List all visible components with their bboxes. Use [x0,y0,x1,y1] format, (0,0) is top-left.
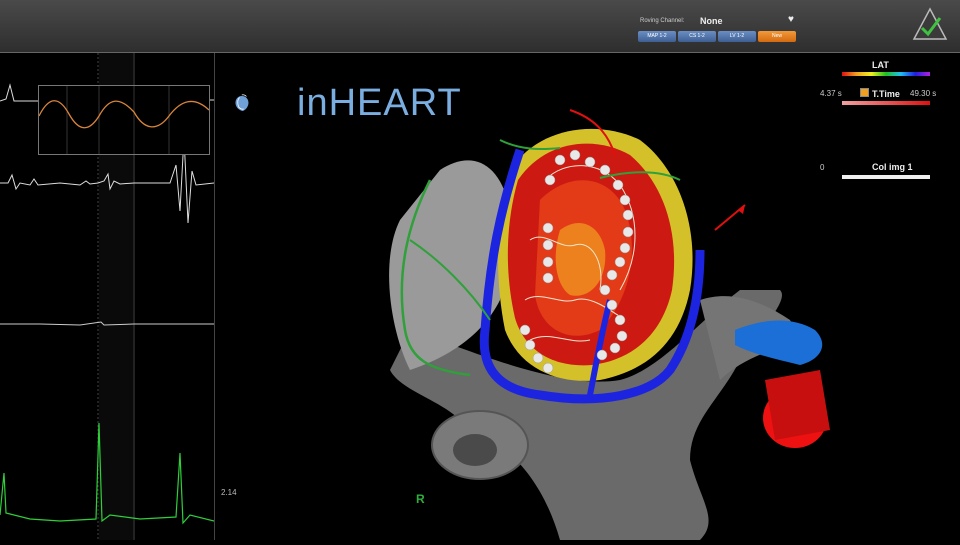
checkmark-triangle-icon[interactable] [912,6,948,42]
lat-color-scale [842,72,930,76]
roving-channel-panel: Roving Channel: None ♥ MAP 1-2 CS 1-2 LV… [636,14,798,44]
ttime-color-scale [842,101,930,105]
roving-channel-label: Roving Channel: [640,18,685,24]
ttime-max: 49.30 s [910,89,937,98]
colimg-color-scale [842,175,930,179]
ttime-icon[interactable] [860,88,869,97]
colimg-legend-title: Col img 1 [872,162,913,172]
colimg-min: 0 [820,163,825,172]
channel-button-map[interactable]: MAP 1-2 [638,31,676,42]
channel-button-lv[interactable]: LV 1-2 [718,31,756,42]
heart-icon[interactable]: ♥ [788,14,794,25]
ecg-signal-panel[interactable] [0,53,215,540]
top-toolbar: Roving Channel: None ♥ MAP 1-2 CS 1-2 LV… [0,0,960,53]
heart-3d-model[interactable] [215,53,960,540]
channel-button-cs[interactable]: CS 1-2 [678,31,716,42]
ttime-legend-title: T.Time [872,89,900,99]
new-channel-button[interactable]: New [758,31,796,42]
time-readout: 2.14 [221,488,237,497]
brand-name: inHEART [297,82,462,124]
orientation-marker: R [416,492,425,506]
respiration-waveform [38,100,210,129]
inheart-logo-icon [235,94,249,112]
roving-channel-value[interactable]: None [700,16,723,26]
lat-legend-title: LAT [872,60,889,70]
3d-map-viewport[interactable] [215,53,960,540]
ttime-min: 4.37 s [820,89,842,98]
reference-waveform-window[interactable] [38,85,210,155]
